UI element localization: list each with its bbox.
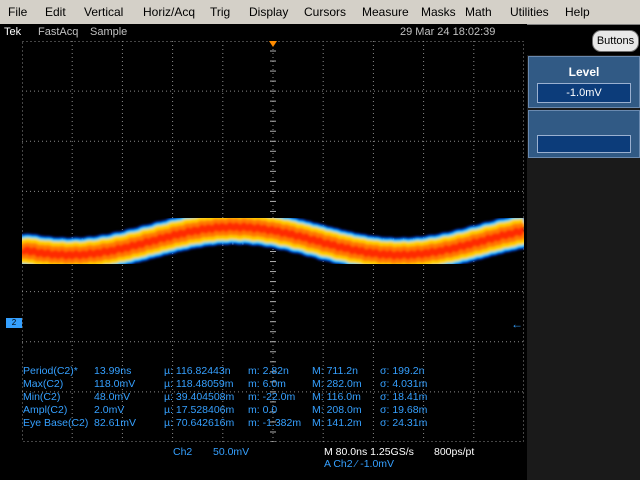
meas-value: 13.99ns: [94, 365, 132, 377]
channel-label[interactable]: Ch2: [173, 446, 192, 458]
meas-value: 82.61mV: [94, 417, 137, 429]
meas-name: Min(C2): [23, 391, 61, 403]
meas-mean: µ: 116.82443n: [164, 365, 231, 377]
meas-min: m: -1.382m: [248, 417, 302, 429]
menu-horiz-acq[interactable]: Horiz/Acq: [143, 5, 195, 19]
menu-help[interactable]: Help: [565, 5, 590, 19]
empty-panel-field: [537, 135, 631, 153]
brand-label: Tek: [4, 26, 22, 38]
meas-mean: µ: 17.528406m: [164, 404, 235, 416]
channel2-ground-marker[interactable]: 2: [6, 318, 22, 328]
menu-display[interactable]: Display: [249, 5, 288, 19]
meas-min: m: 2.82n: [248, 365, 289, 377]
meas-sd: σ: 4.031m: [380, 378, 428, 390]
meas-mean: µ: 70.642616m: [164, 417, 235, 429]
menu-utilities[interactable]: Utilities: [510, 5, 549, 19]
level-title: Level: [568, 65, 600, 79]
meas-sd: σ: 24.31m: [380, 417, 428, 429]
meas-max: M: 116.0m: [312, 391, 361, 403]
menu-trig[interactable]: Trig: [210, 5, 230, 19]
channel-scale[interactable]: 50.0mV: [213, 446, 249, 458]
acq-type-label: Sample: [90, 26, 128, 38]
menu-file[interactable]: File: [8, 5, 27, 19]
meas-mean: µ: 118.48059m: [164, 378, 234, 390]
waveform-trace: [8, 209, 538, 273]
menu-cursors[interactable]: Cursors: [304, 5, 346, 19]
menu-vertical[interactable]: Vertical: [84, 5, 123, 19]
menu-masks[interactable]: Masks: [421, 5, 456, 19]
meas-name: Period(C2)*: [23, 365, 78, 377]
meas-min: m: 0.0: [248, 404, 278, 416]
meas-name: Ampl(C2): [23, 404, 68, 416]
meas-value: 118.0mV: [94, 378, 136, 390]
meas-mean: µ: 39.404508m: [164, 391, 235, 403]
meas-sd: σ: 19.68m: [380, 404, 428, 416]
menu-edit[interactable]: Edit: [45, 5, 66, 19]
sample-interval-readout: 800ps/pt: [434, 446, 475, 458]
meas-min: m: 6.0m: [248, 378, 286, 390]
trigger-position-icon[interactable]: [269, 41, 277, 47]
menu-bar: File Edit Vertical Horiz/Acq Trig Displa…: [0, 0, 640, 25]
meas-max: M: 141.2m: [312, 417, 362, 429]
meas-value: 48.0mV: [94, 391, 131, 403]
meas-name: Max(C2): [23, 378, 64, 390]
timebase-readout[interactable]: M 80.0ns 1.25GS/s: [324, 446, 414, 458]
buttons-button[interactable]: Buttons: [592, 30, 639, 52]
menu-measure[interactable]: Measure: [362, 5, 409, 19]
meas-max: M: 711.2n: [312, 365, 358, 377]
empty-panel: [528, 110, 640, 158]
acq-mode-label: FastAcq: [38, 26, 79, 38]
meas-max: M: 282.0m: [312, 378, 362, 390]
level-value[interactable]: -1.0mV: [537, 83, 631, 103]
datetime-label: 29 Mar 24 18:02:39: [400, 26, 496, 38]
meas-min: m: -22.0m: [248, 391, 296, 403]
status-bar: Tek FastAcq Sample 29 Mar 24 18:02:39: [0, 24, 527, 41]
menu-math[interactable]: Math: [465, 5, 492, 19]
meas-max: M: 208.0m: [312, 404, 362, 416]
trigger-level-arrow-icon[interactable]: ←: [511, 317, 523, 331]
meas-sd: σ: 199.2n: [380, 365, 425, 377]
level-panel[interactable]: Level -1.0mV: [528, 56, 640, 108]
meas-name: Eye Base(C2): [23, 417, 89, 429]
meas-sd: σ: 18.41m: [380, 391, 428, 403]
meas-value: 2.0mV: [94, 404, 125, 416]
trigger-readout[interactable]: A Ch2 ⁄ -1.0mV: [324, 458, 394, 470]
